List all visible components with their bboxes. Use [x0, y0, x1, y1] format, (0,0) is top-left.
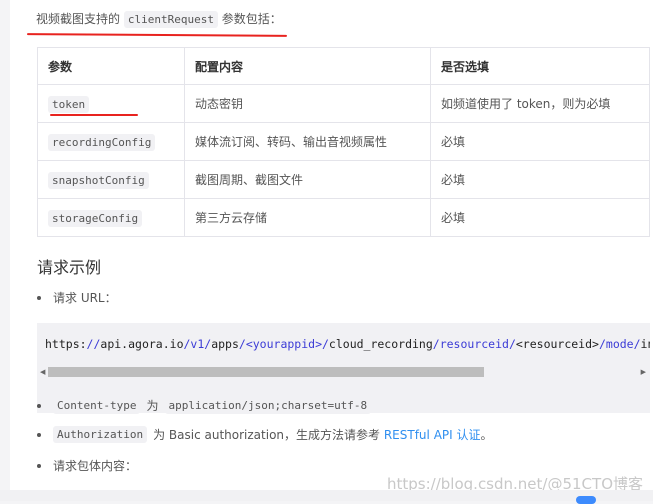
scrollbar-thumb[interactable]: [48, 367, 484, 377]
param-desc: 第三方云存储: [184, 198, 431, 237]
intro-text: 视频截图支持的 clientRequest 参数包括：: [36, 10, 282, 29]
list-item: Authorization 为 Basic authorization，生成方法…: [37, 426, 493, 443]
content-type-value: application/json;charset=utf-8: [164, 397, 372, 414]
url-segment: <resourceid>: [515, 337, 599, 351]
bullet-icon: [37, 403, 41, 408]
scroll-left-icon[interactable]: ◀: [40, 366, 45, 378]
param-code: snapshotConfig: [48, 171, 149, 189]
horizontal-scrollbar[interactable]: ◀ ▶: [37, 366, 650, 378]
table-row: recordingConfig 媒体流订阅、转码、输出音视频属性 必填: [37, 122, 650, 161]
url-segment: /mode/: [598, 337, 641, 351]
url-label: 请求 URL：: [53, 291, 117, 305]
authorization-text: 为 Basic authorization，生成方法请参考 RESTful AP…: [153, 426, 492, 443]
param-desc: 截图周期、截图文件: [184, 160, 431, 199]
param-code: token: [48, 95, 90, 113]
authorization-desc: 为 Basic authorization，生成方法请参考: [153, 428, 381, 442]
table-row: token 动态密钥 如频道使用了 token，则为必填: [37, 84, 650, 123]
bullet-icon: [37, 295, 41, 300]
header-param: 参数: [37, 47, 185, 85]
content-type-code: Content-type: [53, 397, 141, 414]
content-type-mid: 为: [146, 399, 159, 413]
url-segment: /v1/: [183, 337, 212, 351]
param-required: 必填: [430, 160, 650, 199]
list-item: 请求 URL：: [37, 289, 117, 306]
token-annotation-underline: [50, 114, 138, 116]
header-config: 配置内容: [184, 47, 431, 85]
floating-button[interactable]: [576, 496, 596, 504]
table-header-row: 参数 配置内容 是否选填: [37, 47, 650, 85]
url-segment: //: [86, 337, 101, 351]
intro-code: clientRequest: [123, 11, 218, 28]
scroll-right-icon[interactable]: ▶: [641, 366, 646, 378]
table-row: snapshotConfig 截图周期、截图文件 必填: [37, 160, 650, 199]
bottom-bar: [0, 490, 653, 501]
param-required: 必填: [430, 198, 650, 237]
header-required: 是否选填: [430, 47, 650, 85]
authorization-code: Authorization: [53, 426, 148, 443]
param-required: 如频道使用了 token，则为必填: [430, 84, 650, 123]
url-segment: cloud_recording: [328, 337, 433, 351]
param-desc: 动态密钥: [184, 84, 431, 123]
body-label: 请求包体内容：: [53, 459, 138, 473]
param-code: recordingConfig: [48, 133, 156, 151]
intro-suffix: 参数包括：: [221, 12, 282, 26]
url-segment: https:: [45, 337, 87, 351]
url-segment: /resourceid/: [432, 337, 516, 351]
table-row: storageConfig 第三方云存储 必填: [37, 198, 650, 237]
authorization-end: 。: [480, 428, 493, 442]
list-item: Content-type 为 application/json;charset=…: [37, 397, 372, 414]
restful-api-auth-link[interactable]: RESTful API 认证: [384, 428, 481, 442]
list-item: 请求包体内容：: [37, 457, 137, 474]
section-title: 请求示例: [37, 258, 102, 277]
request-url-code: https://api.agora.io/v1/apps/<yourappid>…: [45, 337, 650, 351]
param-code: storageConfig: [48, 209, 143, 227]
url-segment: apps: [211, 337, 239, 351]
param-required: 必填: [430, 122, 650, 161]
bullet-icon: [37, 463, 41, 468]
intro-prefix: 视频截图支持的: [36, 12, 121, 26]
url-segment: /<yourappid>/: [238, 337, 329, 351]
url-segment: individual: [640, 337, 650, 351]
url-segment: api.agora.io: [100, 337, 184, 351]
params-table: 参数 配置内容 是否选填 token 动态密钥 如频道使用了 token，则为必…: [37, 47, 650, 237]
bullet-icon: [37, 432, 41, 437]
param-desc: 媒体流订阅、转码、输出音视频属性: [184, 122, 431, 161]
